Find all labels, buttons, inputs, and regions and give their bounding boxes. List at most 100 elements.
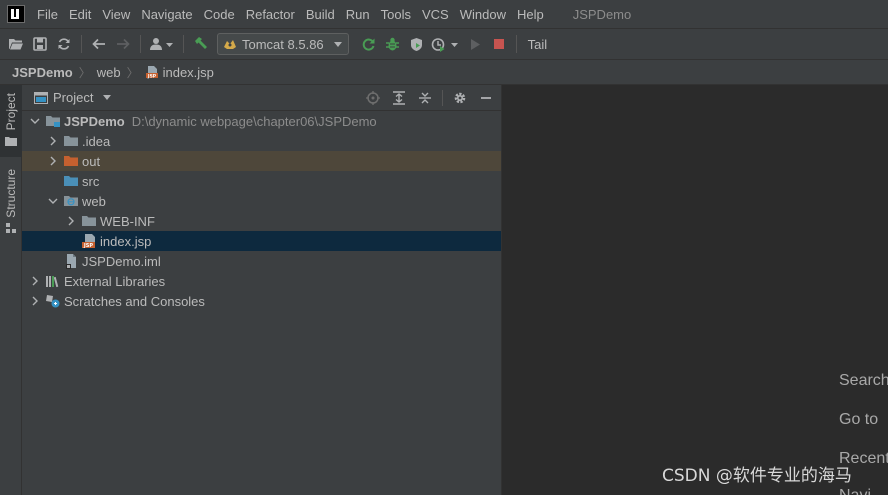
stop-icon[interactable] [489,34,509,54]
jsp-file-icon: JSP [82,234,95,249]
jsp-file-icon: JSP [145,66,158,79]
tree-web-label: web [82,193,106,209]
minimize-icon[interactable] [477,89,495,107]
toolbar-separator [81,35,82,53]
intellij-logo-icon [7,5,25,23]
chevron-right-icon[interactable] [65,215,77,227]
chevron-right-icon: 〉 [78,65,91,80]
project-view-select[interactable]: Project [53,90,93,105]
svg-text:JSP: JSP [83,243,93,249]
tree-node-web[interactable]: web [22,191,501,211]
tree-node-index-jsp[interactable]: JSP index.jsp [22,231,501,251]
forward-arrow-icon[interactable] [113,34,133,54]
project-window-icon [34,91,48,104]
profiler-dropdown-icon[interactable] [431,34,461,54]
rerun-icon[interactable] [359,34,379,54]
chevron-right-icon[interactable] [29,295,41,307]
toolbar-separator [140,35,141,53]
toolbar-separator [515,35,517,53]
tree-node-root[interactable]: JSPDemo D:\dynamic webpage\chapter06\JSP… [22,111,501,131]
menu-navigate[interactable]: Navigate [137,7,196,22]
tree-src-label: src [82,173,100,189]
expand-all-icon[interactable] [390,89,408,107]
chevron-down-icon[interactable] [103,95,112,100]
left-tool-stripe: Project Structure [0,85,22,495]
breadcrumb-web[interactable]: web [97,65,121,80]
run-configuration-label: Tomcat 8.5.86 [242,36,324,52]
tree-external-libraries-label: External Libraries [64,273,166,289]
menu-run[interactable]: Run [342,7,374,22]
tree-index-jsp-label: index.jsp [100,233,152,249]
menu-build[interactable]: Build [302,7,339,22]
tomcat-icon [224,40,236,49]
tree-web-inf-label: WEB-INF [100,213,155,229]
module-folder-icon [46,116,60,127]
tree-node-src[interactable]: src [22,171,501,191]
debug-bug-icon[interactable] [383,34,403,54]
web-folder-icon [64,196,78,206]
structure-icon [6,222,16,233]
menu-view[interactable]: View [98,7,134,22]
tree-root-label: JSPDemo [64,113,125,129]
excluded-folder-icon [64,156,78,166]
menu-edit[interactable]: Edit [65,7,95,22]
project-tree: JSPDemo D:\dynamic webpage\chapter06\JSP… [22,111,501,311]
chevron-down-icon[interactable] [29,115,41,127]
menu-help[interactable]: Help [513,7,548,22]
coverage-icon[interactable] [407,34,427,54]
run-configuration-select[interactable]: Tomcat 8.5.86 [217,33,349,55]
menu-vcs[interactable]: VCS [418,7,453,22]
tree-scratches-label: Scratches and Consoles [64,293,205,309]
editor-hint-goto: Go to [839,411,879,428]
sync-icon[interactable] [54,34,74,54]
collapse-all-icon[interactable] [416,89,434,107]
tree-root-path: D:\dynamic webpage\chapter06\JSPDemo [131,113,377,129]
main-toolbar: Tomcat 8.5.86 Tail [0,29,888,60]
locate-target-icon[interactable] [364,89,382,107]
tree-node-out[interactable]: out [22,151,501,171]
tab-structure-label: Structure [4,169,18,218]
chevron-down-icon[interactable] [47,195,59,207]
build-hammer-icon[interactable] [191,34,211,54]
tab-project-label: Project [4,93,18,131]
menu-refactor[interactable]: Refactor [242,7,299,22]
menu-window[interactable]: Window [456,7,510,22]
library-icon [46,276,59,288]
source-folder-icon [64,176,78,186]
project-panel-header: Project [22,85,501,111]
resume-icon[interactable] [465,34,485,54]
tree-node-iml[interactable]: JSPDemo.iml [22,251,501,271]
tree-node-external-libraries[interactable]: External Libraries [22,271,501,291]
svg-text:JSP: JSP [146,73,156,79]
menu-tools[interactable]: Tools [377,7,415,22]
menu-code[interactable]: Code [200,7,239,22]
chevron-right-icon[interactable] [29,275,41,287]
user-dropdown-icon[interactable] [148,34,176,54]
gear-icon[interactable] [451,89,469,107]
chevron-right-icon[interactable] [47,155,59,167]
breadcrumb: JSPDemo 〉 web 〉 JSP index.jsp [0,60,888,85]
chevron-right-icon[interactable] [47,135,59,147]
tree-idea-label: .idea [82,133,111,149]
watermark: CSDN @软件专业的海马 [662,466,852,486]
tail-button[interactable]: Tail [528,37,548,52]
editor-empty-area: Search Go to Recent Navi [502,85,888,495]
tree-node-idea[interactable]: .idea [22,131,501,151]
breadcrumb-project[interactable]: JSPDemo [12,65,73,80]
tree-node-scratches[interactable]: Scratches and Consoles [22,291,501,311]
folder-icon [82,216,96,226]
folder-icon [64,136,78,146]
tab-structure[interactable]: Structure [0,163,22,239]
menu-file[interactable]: File [33,7,62,22]
chevron-right-icon: 〉 [126,65,139,80]
open-folder-icon[interactable] [6,34,26,54]
tab-project[interactable]: Project [0,85,22,157]
breadcrumb-file[interactable]: JSP index.jsp [145,65,214,80]
editor-hint-navigation: Navi [839,487,871,495]
back-arrow-icon[interactable] [89,34,109,54]
tree-node-web-inf[interactable]: WEB-INF [22,211,501,231]
scratches-icon [46,295,60,308]
toolbar-separator [183,35,184,53]
breadcrumb-file-label: index.jsp [162,64,214,80]
save-icon[interactable] [30,34,50,54]
